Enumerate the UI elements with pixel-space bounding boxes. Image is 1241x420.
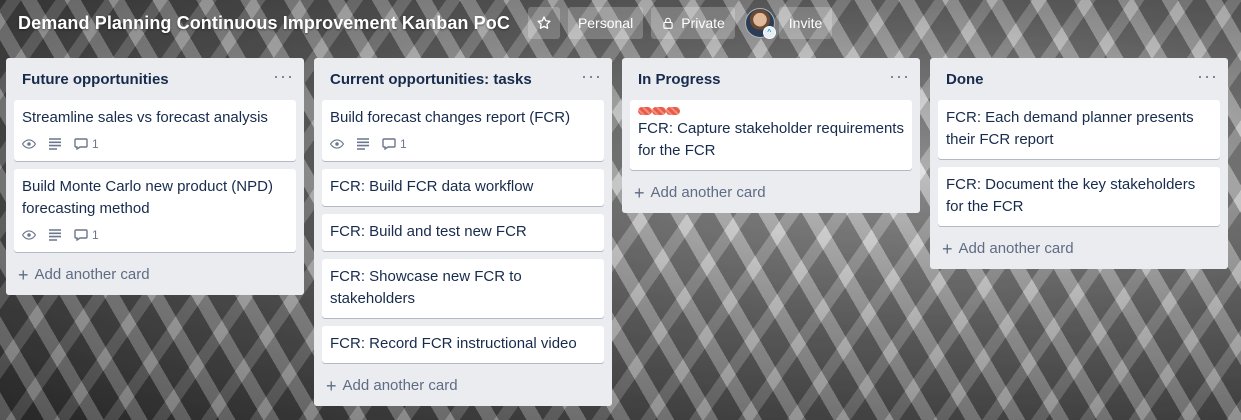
admin-badge-icon: ^	[762, 26, 776, 39]
add-card-label: Add another card	[650, 184, 766, 201]
card-title: FCR: Record FCR instructional video	[330, 335, 577, 352]
list-header: Future opportunities ···	[14, 58, 296, 100]
card-label[interactable]	[638, 107, 652, 115]
comments-badge: 1	[74, 224, 99, 246]
list-title[interactable]: Current opportunities: tasks	[330, 71, 532, 88]
list-done: Done ··· FCR: Each demand planner presen…	[930, 58, 1228, 269]
board-header: Demand Planning Continuous Improvement K…	[0, 0, 1241, 46]
add-card-button[interactable]: + Add another card	[14, 260, 296, 287]
comment-count: 1	[92, 137, 99, 151]
card-badges: 1	[22, 135, 288, 153]
add-card-label: Add another card	[342, 377, 458, 394]
list-header: Done ···	[938, 58, 1220, 100]
comment-count: 1	[92, 228, 99, 242]
list-in-progress: In Progress ··· FCR: Capture stakeholder…	[622, 58, 920, 213]
list-menu-icon[interactable]: ···	[1197, 67, 1218, 87]
list-header: In Progress ···	[630, 58, 912, 100]
comment-count: 1	[400, 137, 407, 151]
list-title[interactable]: Done	[946, 71, 984, 88]
card-title: Build Monte Carlo new product (NPD) fore…	[22, 178, 273, 217]
card[interactable]: FCR: Capture stakeholder requirements fo…	[630, 100, 912, 170]
lock-icon	[663, 17, 673, 29]
card-title: FCR: Build and test new FCR	[330, 223, 527, 240]
watch-icon	[22, 139, 36, 149]
comment-icon	[74, 229, 88, 241]
team-visibility-label: Personal	[577, 15, 634, 31]
list-title[interactable]: In Progress	[638, 71, 721, 88]
plus-icon: +	[634, 182, 645, 203]
card-title: FCR: Capture stakeholder requirements fo…	[638, 120, 904, 159]
description-icon	[356, 138, 370, 150]
list-menu-icon[interactable]: ···	[273, 67, 294, 87]
list-future-opportunities: Future opportunities ··· Streamline sale…	[6, 58, 304, 295]
card-title: FCR: Build FCR data workflow	[330, 178, 534, 195]
star-button[interactable]	[527, 7, 560, 39]
card[interactable]: FCR: Showcase new FCR to stakeholders	[322, 259, 604, 318]
add-card-button[interactable]: + Add another card	[938, 234, 1220, 261]
list-title[interactable]: Future opportunities	[22, 71, 169, 88]
plus-icon: +	[942, 238, 953, 259]
add-card-label: Add another card	[958, 240, 1074, 257]
comments-badge: 1	[382, 133, 407, 155]
plus-icon: +	[18, 264, 29, 285]
watch-icon	[22, 230, 36, 240]
description-icon	[48, 229, 62, 241]
card-title: FCR: Each demand planner presents their …	[946, 109, 1194, 148]
card[interactable]: FCR: Each demand planner presents their …	[938, 100, 1220, 159]
card-title: Build forecast changes report (FCR)	[330, 109, 571, 126]
card-badges: 1	[22, 226, 288, 244]
invite-label: Invite	[788, 15, 823, 31]
card[interactable]: Streamline sales vs forecast analysis 1	[14, 100, 296, 161]
watch-icon	[330, 139, 344, 149]
card[interactable]: Build forecast changes report (FCR) 1	[322, 100, 604, 161]
list-current-opportunities: Current opportunities: tasks ··· Build f…	[314, 58, 612, 406]
card[interactable]: FCR: Document the key stakeholders for t…	[938, 167, 1220, 226]
add-card-label: Add another card	[34, 266, 150, 283]
card[interactable]: Build Monte Carlo new product (NPD) fore…	[14, 169, 296, 252]
add-card-button[interactable]: + Add another card	[630, 178, 912, 205]
team-visibility-button[interactable]: Personal	[567, 7, 644, 39]
card-title: Streamline sales vs forecast analysis	[22, 109, 268, 126]
privacy-button[interactable]: Private	[651, 7, 735, 39]
card[interactable]: FCR: Build and test new FCR	[322, 214, 604, 251]
board-title[interactable]: Demand Planning Continuous Improvement K…	[18, 9, 510, 38]
comment-icon	[74, 138, 88, 150]
card-labels	[638, 107, 904, 116]
card-title: FCR: Document the key stakeholders for t…	[946, 176, 1196, 215]
invite-button[interactable]: Invite	[778, 7, 833, 39]
card[interactable]: FCR: Record FCR instructional video	[322, 326, 604, 363]
card[interactable]: FCR: Build FCR data workflow	[322, 169, 604, 206]
member-avatar[interactable]: ^	[744, 8, 776, 39]
list-menu-icon[interactable]: ···	[581, 67, 602, 87]
comment-icon	[382, 138, 396, 150]
list-header: Current opportunities: tasks ···	[322, 58, 604, 100]
comments-badge: 1	[74, 133, 99, 155]
card-label[interactable]	[666, 107, 680, 115]
card-label[interactable]	[652, 107, 666, 115]
card-title: FCR: Showcase new FCR to stakeholders	[330, 268, 522, 307]
star-icon	[537, 16, 551, 29]
privacy-label: Private	[681, 15, 725, 31]
add-card-button[interactable]: + Add another card	[322, 371, 604, 398]
list-menu-icon[interactable]: ···	[889, 67, 910, 87]
plus-icon: +	[326, 375, 337, 396]
card-badges: 1	[330, 135, 596, 153]
description-icon	[48, 138, 62, 150]
